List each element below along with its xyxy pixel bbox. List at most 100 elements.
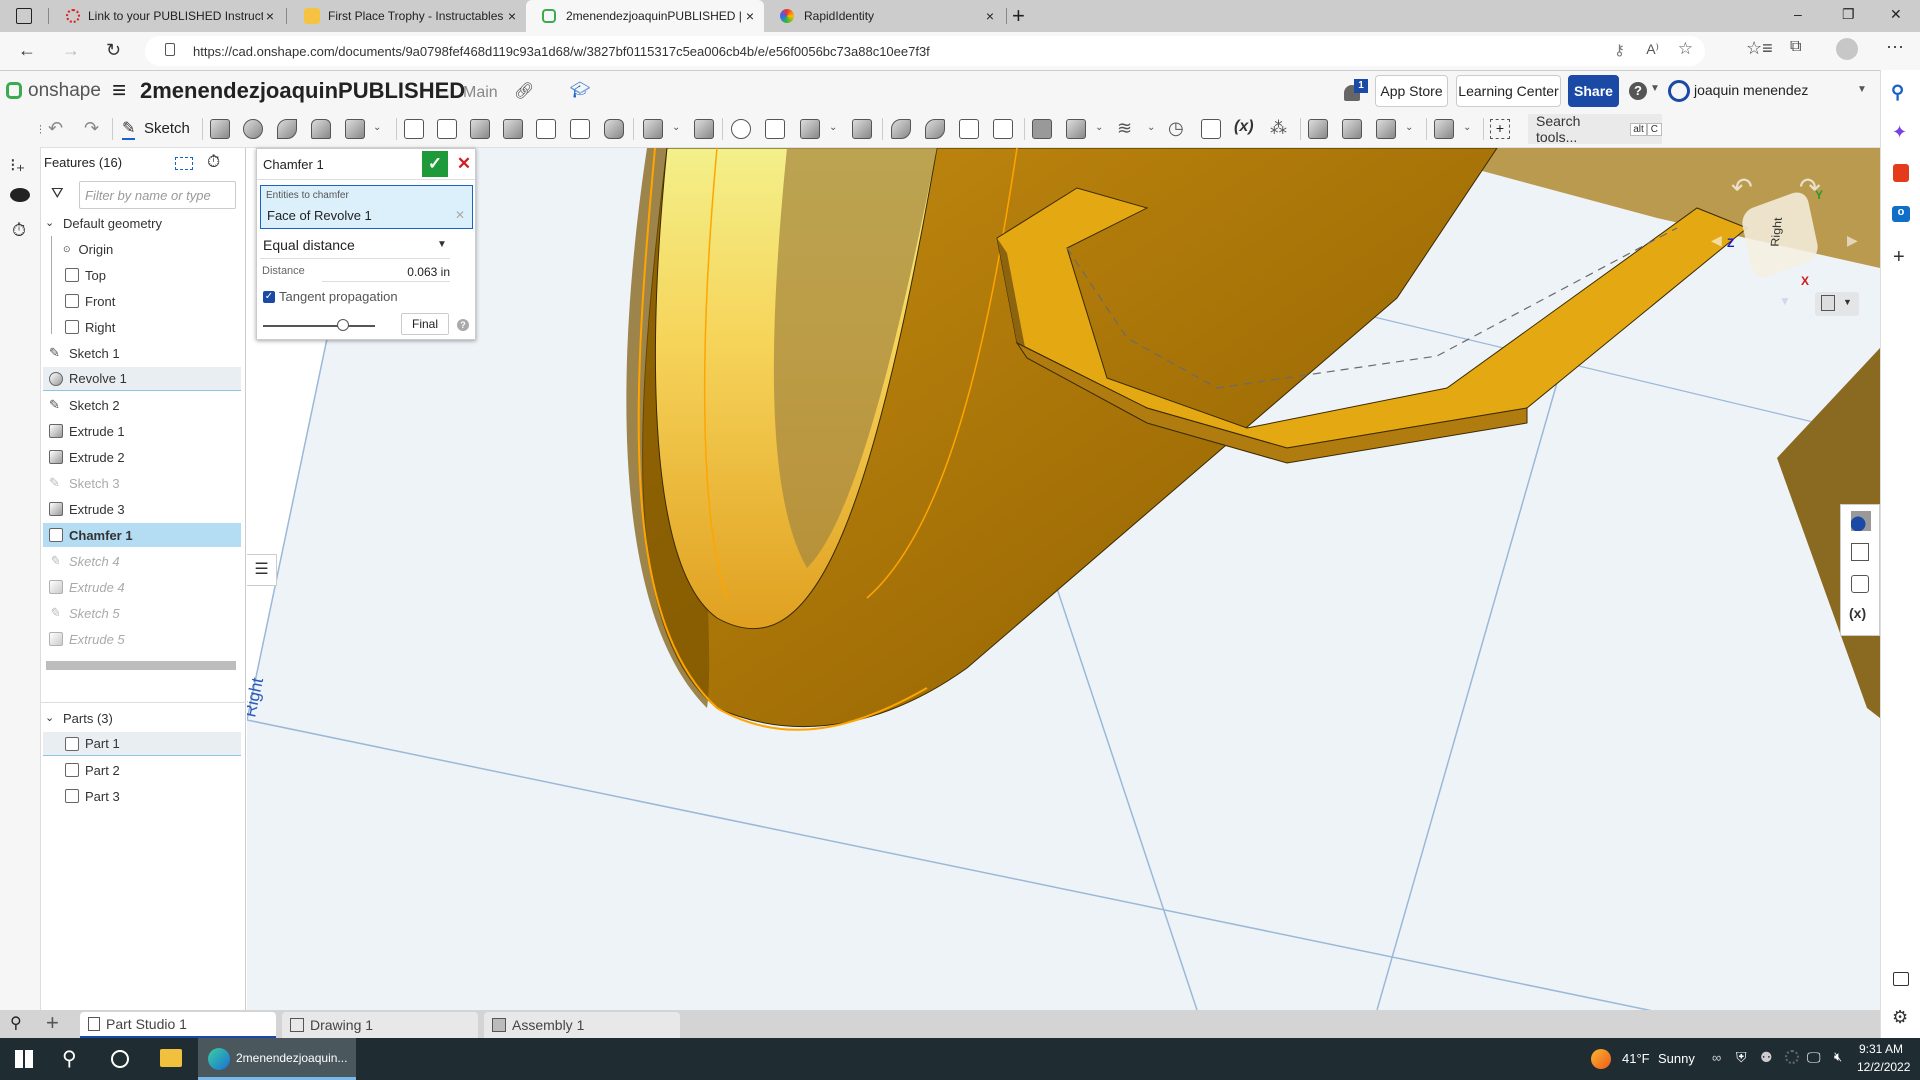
- variable-table-icon[interactable]: [1851, 575, 1869, 593]
- tab-search-icon[interactable]: ⚲: [10, 1013, 22, 1033]
- configuration-icon[interactable]: [1851, 543, 1869, 561]
- branch-label[interactable]: Main: [463, 84, 498, 102]
- view-options-button[interactable]: ▼: [1815, 292, 1859, 316]
- preview-slider-handle[interactable]: [337, 319, 349, 331]
- chamfer-type-dropdown[interactable]: Equal distance ▼: [260, 237, 450, 259]
- collections-icon[interactable]: ⧉: [1790, 38, 1801, 56]
- chamfer-icon[interactable]: [437, 119, 457, 139]
- sheet-metal-icon[interactable]: [1308, 119, 1328, 139]
- final-button[interactable]: Final: [401, 313, 449, 335]
- outlook-icon[interactable]: o: [1892, 206, 1910, 222]
- frame-icon[interactable]: [1434, 119, 1454, 139]
- network-icon[interactable]: 🖵︎: [1807, 1049, 1821, 1066]
- link-icon[interactable]: 🔗︎: [514, 81, 534, 101]
- thicken-icon[interactable]: [345, 119, 365, 139]
- dropdown-caret-icon[interactable]: ⌄: [1405, 122, 1413, 133]
- app-store-button[interactable]: App Store: [1375, 75, 1448, 107]
- user-name[interactable]: joaquin menendez: [1694, 82, 1808, 98]
- add-folder-icon[interactable]: [175, 157, 193, 170]
- volume-muted-icon[interactable]: 🔇︎: [1834, 1049, 1842, 1065]
- tab-assembly-1[interactable]: Assembly 1: [484, 1012, 680, 1038]
- toggle-feature-list-icon[interactable]: ☰: [247, 554, 277, 586]
- add-favorite-icon[interactable]: ☆: [1678, 39, 1693, 59]
- file-explorer-icon[interactable]: [160, 1049, 182, 1067]
- accept-checkmark-button[interactable]: ✓: [422, 151, 448, 177]
- office-icon[interactable]: [1893, 164, 1909, 182]
- filter-input[interactable]: Filter by name or type: [79, 181, 236, 209]
- add-sidebar-app-icon[interactable]: +: [1893, 246, 1905, 269]
- user-caret-icon[interactable]: ▼: [1857, 84, 1867, 95]
- feature-item-extrude-1[interactable]: Extrude 1: [43, 419, 241, 443]
- rotate-left-arrow-icon[interactable]: ↶: [1731, 172, 1753, 203]
- dropdown-caret-icon[interactable]: ⌄: [1147, 122, 1155, 133]
- replace-face-icon[interactable]: [993, 119, 1013, 139]
- geometry-item-right[interactable]: Right: [43, 315, 241, 339]
- insert-mate-icon[interactable]: ⁝₊: [10, 155, 25, 176]
- cancel-x-button[interactable]: ✕: [454, 151, 474, 177]
- entities-selection-field[interactable]: Entities to chamfer Face of Revolve 1 ✕: [260, 185, 473, 229]
- feature-item-extrude-3[interactable]: Extrude 3: [43, 497, 241, 521]
- mate-connector-icon[interactable]: [1066, 119, 1086, 139]
- add-custom-tool-icon[interactable]: +: [1490, 119, 1510, 139]
- redo-icon[interactable]: ↷: [84, 118, 99, 139]
- help-caret-icon[interactable]: ▼: [1650, 83, 1660, 94]
- sheet-metal-table-icon[interactable]: [1376, 119, 1396, 139]
- tab-actions-icon[interactable]: [16, 8, 32, 24]
- part-item-3[interactable]: Part 3: [43, 784, 241, 808]
- view-right-arrow-icon[interactable]: ▶: [1847, 232, 1858, 249]
- cortana-icon[interactable]: [111, 1050, 129, 1068]
- loft-icon[interactable]: [311, 119, 331, 139]
- pattern-icon[interactable]: [643, 119, 663, 139]
- close-tab-icon[interactable]: ×: [746, 8, 754, 24]
- back-arrow-icon[interactable]: ←: [18, 40, 36, 61]
- draft-icon[interactable]: [470, 119, 490, 139]
- derived-icon[interactable]: [1201, 119, 1221, 139]
- model-canvas[interactable]: Right: [247, 148, 1880, 1010]
- search-icon[interactable]: ⚲: [62, 1046, 77, 1071]
- geometry-item-front[interactable]: Front: [43, 289, 241, 313]
- dropdown-caret-icon[interactable]: ⌄: [672, 122, 680, 133]
- search-icon[interactable]: ⚲: [1891, 82, 1904, 103]
- default-geometry-group[interactable]: Default geometry: [63, 216, 162, 231]
- modify-fillet-icon[interactable]: [891, 119, 911, 139]
- rib-icon[interactable]: [503, 119, 523, 139]
- clock-icon[interactable]: ◷: [1168, 118, 1184, 139]
- helix-icon[interactable]: ≋: [1117, 118, 1132, 139]
- settings-gear-icon[interactable]: ⚙: [1892, 1007, 1908, 1028]
- forward-arrow-icon[interactable]: →: [62, 40, 80, 61]
- refresh-icon[interactable]: ↻: [106, 40, 121, 61]
- hide-sidebar-icon[interactable]: [1893, 972, 1909, 986]
- user-avatar-icon[interactable]: [1668, 80, 1690, 102]
- copilot-sparkle-icon[interactable]: ✦: [1892, 122, 1907, 143]
- windows-start-icon[interactable]: [15, 1050, 33, 1068]
- feature-item-chamfer-1[interactable]: Chamfer 1: [43, 523, 241, 547]
- feature-item-extrude-5[interactable]: Extrude 5: [43, 627, 241, 651]
- hamburger-menu-icon[interactable]: ≡: [112, 77, 126, 105]
- collapse-chevron-icon[interactable]: ⌄: [45, 711, 54, 724]
- view-cube-face-label[interactable]: Right: [1768, 217, 1785, 247]
- read-aloud-icon[interactable]: A⁾: [1646, 41, 1659, 58]
- feature-item-sketch-4[interactable]: ✎ Sketch 4: [43, 549, 241, 573]
- shell-icon[interactable]: [536, 119, 556, 139]
- undo-icon[interactable]: ↶: [48, 118, 63, 139]
- hole-icon[interactable]: [570, 119, 590, 139]
- tangent-propagation-checkbox[interactable]: ✓: [263, 291, 275, 303]
- history-stopwatch-icon[interactable]: ⏱: [12, 220, 26, 241]
- browser-tab-4[interactable]: RapidIdentity ×: [764, 0, 1004, 32]
- new-tab-button[interactable]: +: [1012, 3, 1025, 29]
- help-icon[interactable]: ?: [457, 319, 469, 331]
- filter-funnel-icon[interactable]: ⛛: [51, 185, 64, 202]
- thread-icon[interactable]: [604, 119, 624, 139]
- rollback-stopwatch-icon[interactable]: ⏱: [207, 152, 220, 172]
- preview-slider-track[interactable]: [263, 325, 375, 327]
- rollback-bar[interactable]: [46, 661, 236, 670]
- feature-item-sketch-1[interactable]: ✎ Sketch 1: [43, 341, 241, 365]
- feature-item-sketch-5[interactable]: ✎ Sketch 5: [43, 601, 241, 625]
- search-tools-input[interactable]: Search tools... alt C: [1528, 113, 1662, 145]
- app-error-icon[interactable]: ⚉: [1760, 1049, 1773, 1066]
- browser-tab-1[interactable]: Link to your PUBLISHED Instructa ×: [50, 0, 284, 32]
- part-item-1[interactable]: Part 1: [43, 732, 241, 756]
- variable-icon[interactable]: (x): [1234, 118, 1254, 136]
- document-title[interactable]: 2menendezjoaquinPUBLISHED: [140, 78, 465, 104]
- dropdown-caret-icon[interactable]: ⌄: [829, 122, 837, 133]
